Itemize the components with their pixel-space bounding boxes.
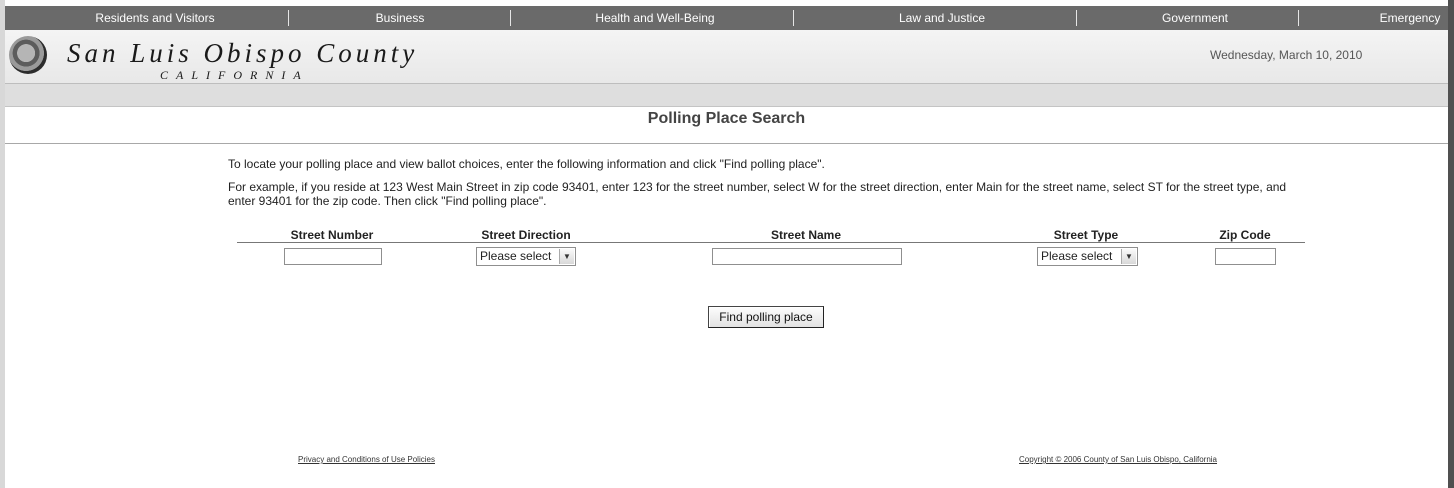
zip-code-input[interactable] [1215,248,1276,265]
site-header: San Luis Obispo County CALIFORNIA Wednes… [5,30,1448,84]
nav-residents-and-visitors[interactable]: Residents and Visitors [95,6,214,30]
current-date: Wednesday, March 10, 2010 [1210,48,1363,62]
street-type-select[interactable]: Please select ▼ [1037,247,1138,266]
street-type-selected: Please select [1041,249,1113,263]
state-name-logo: CALIFORNIA [160,68,309,82]
nav-business[interactable]: Business [376,6,425,30]
nav-government[interactable]: Government [1162,6,1228,30]
chevron-down-icon[interactable]: ▼ [1121,249,1136,264]
page-title: Polling Place Search [647,110,806,127]
nav-separator [288,10,289,26]
chevron-down-icon[interactable]: ▼ [559,249,574,264]
county-seal-icon[interactable] [9,36,47,74]
street-direction-selected: Please select [480,249,552,263]
nav-health-and-well-being[interactable]: Health and Well-Being [595,6,714,30]
header-divider-bar [5,84,1448,107]
header-underline [237,242,1305,243]
nav-emergency[interactable]: Emergency [1380,6,1441,30]
example-text: For example, if you reside at 123 West M… [228,180,1287,208]
nav-separator [793,10,794,26]
street-number-input[interactable] [284,248,382,265]
street-name-input[interactable] [712,248,902,265]
county-name-logo[interactable]: San Luis Obispo County [67,38,418,69]
title-band: Polling Place Search [5,107,1448,144]
nav-law-and-justice[interactable]: Law and Justice [899,6,985,30]
street-direction-select[interactable]: Please select ▼ [476,247,576,266]
nav-separator [510,10,511,26]
privacy-policy-link[interactable]: Privacy and Conditions of Use Policies [298,455,435,464]
nav-separator [1076,10,1077,26]
window-scrollbar[interactable] [1448,0,1454,488]
find-polling-place-button[interactable]: Find polling place [708,306,824,328]
top-navigation: Residents and Visitors Business Health a… [5,6,1448,30]
nav-separator [1298,10,1299,26]
copyright-link[interactable]: Copyright © 2006 County of San Luis Obis… [1019,455,1217,464]
instruction-text: To locate your polling place and view ba… [228,157,825,171]
